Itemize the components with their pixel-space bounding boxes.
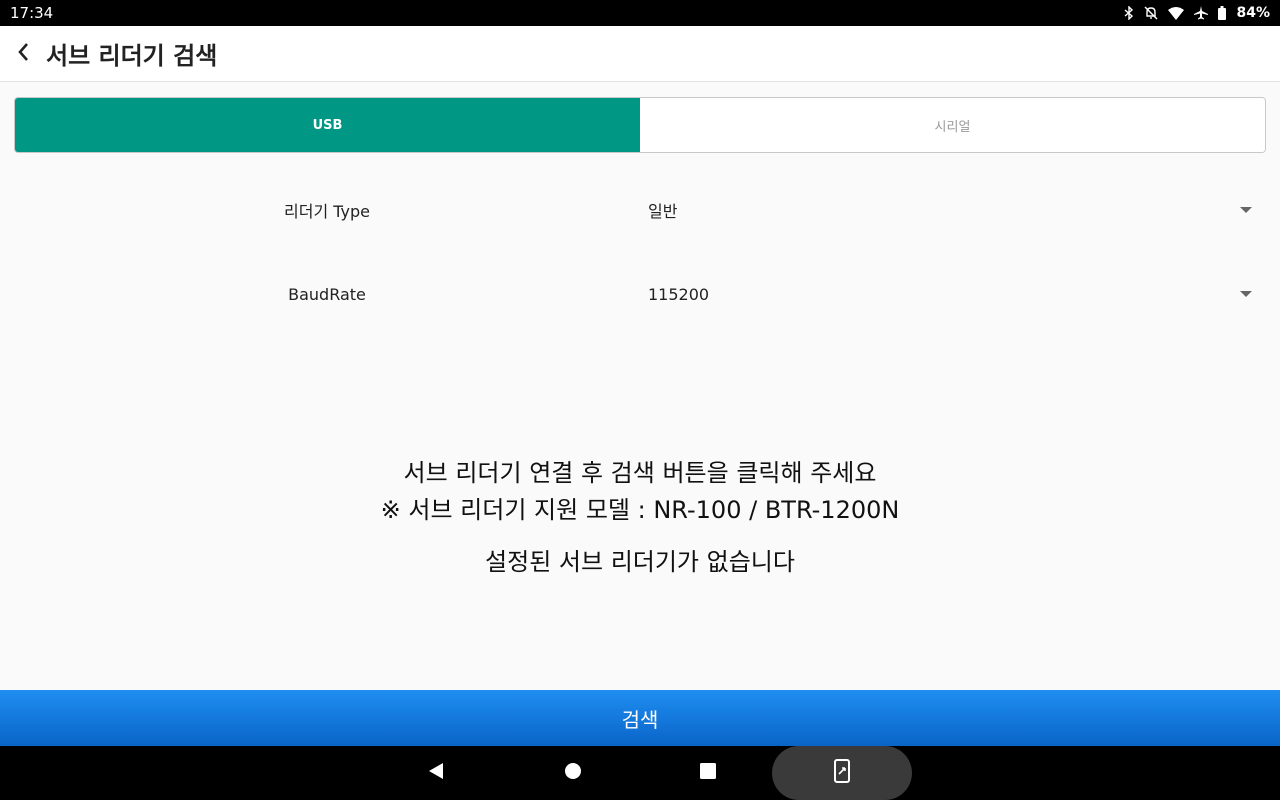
tab-serial-label: 시리얼: [934, 119, 971, 135]
home-circle-icon: [564, 762, 582, 784]
rotate-screen-button[interactable]: [772, 746, 912, 800]
search-button[interactable]: 검색: [0, 690, 1280, 746]
reader-type-row: 리더기 Type 일반: [0, 185, 1280, 235]
supported-models-message: ※ 서브 리더기 지원 모델 : NR-100 / BTR-1200N: [380, 496, 900, 524]
wifi-icon: [1168, 6, 1185, 20]
recents-square-icon: [699, 762, 717, 784]
nav-back-button[interactable]: [416, 746, 456, 800]
reader-type-label: 리더기 Type: [284, 202, 370, 221]
notifications-off-icon: [1144, 6, 1158, 20]
airplane-icon: [1194, 6, 1209, 20]
chevron-left-icon: [16, 41, 30, 67]
bluetooth-icon: [1124, 6, 1134, 20]
tab-usb-label: USB: [312, 117, 343, 133]
app-bar: 서브 리더기 검색: [0, 26, 1280, 82]
nav-recents-button[interactable]: [688, 746, 728, 800]
back-triangle-icon: [427, 762, 445, 784]
baud-rate-value: 115200: [648, 284, 710, 304]
empty-state-message: 설정된 서브 리더기가 없습니다: [485, 548, 795, 576]
screen-rotate-icon: [833, 759, 851, 787]
page-title: 서브 리더기 검색: [46, 42, 218, 70]
tab-usb[interactable]: USB: [15, 98, 640, 152]
tab-serial[interactable]: 시리얼: [640, 98, 1265, 152]
status-time: 17:34: [10, 4, 54, 22]
reader-type-value: 일반: [648, 202, 678, 221]
back-button[interactable]: [0, 26, 46, 82]
reader-type-select[interactable]: 일반: [648, 185, 1258, 235]
status-bar: 17:34 84%: [0, 0, 1280, 26]
baud-rate-row: BaudRate 115200: [0, 269, 1280, 319]
baud-rate-label: BaudRate: [288, 284, 366, 304]
dropdown-arrow-icon: [1240, 207, 1252, 213]
dropdown-arrow-icon: [1240, 291, 1252, 297]
system-nav-bar: [0, 746, 1280, 800]
status-icons: 84%: [1124, 5, 1270, 21]
instruction-message: 서브 리더기 연결 후 검색 버튼을 클릭해 주세요: [403, 459, 877, 487]
battery-icon: [1218, 6, 1227, 20]
baud-rate-select[interactable]: 115200: [648, 269, 1258, 319]
connection-tabs: USB 시리얼: [14, 97, 1266, 153]
nav-home-button[interactable]: [553, 746, 593, 800]
battery-percent: 84%: [1236, 5, 1270, 21]
